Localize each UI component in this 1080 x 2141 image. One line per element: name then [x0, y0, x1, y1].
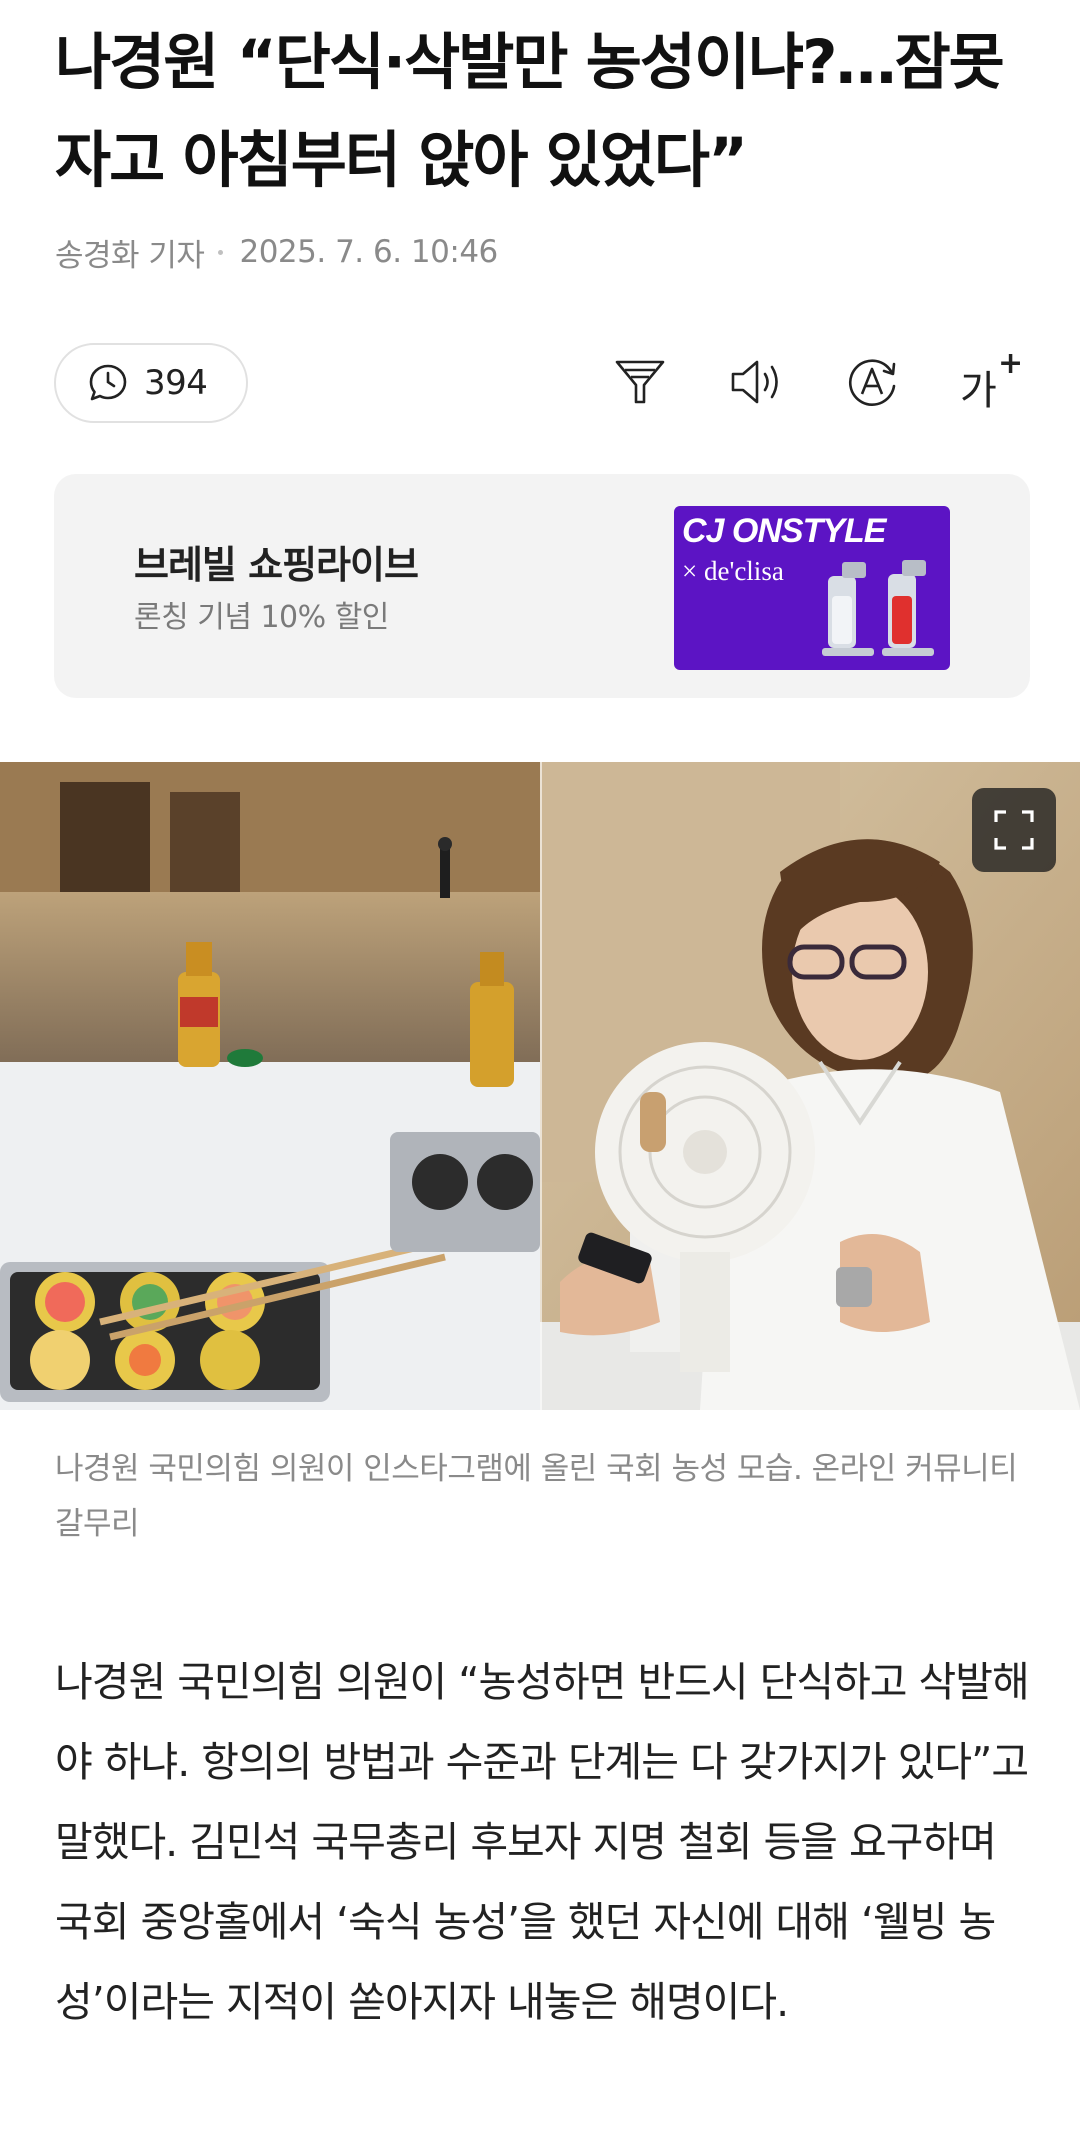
reporter-name[interactable]: 송경화 기자: [55, 230, 205, 275]
ad-product-image: [822, 560, 934, 656]
filter-icon[interactable]: [608, 350, 672, 414]
article-headline: 나경원 “단식·삭발만 농성이냐?…잠못 자고 아침부터 앉아 있었다”: [55, 27, 1005, 196]
ad-banner[interactable]: 브레빌 쇼핑라이브 론칭 기념 10% 할인 CJ ONSTYLE × de'c…: [54, 474, 1030, 698]
publish-date: 2025. 7. 6. 10:46: [239, 234, 498, 270]
comment-button[interactable]: 394: [54, 343, 248, 423]
expand-icon[interactable]: [972, 788, 1056, 872]
ad-collab-text: × de'clisa: [682, 556, 784, 586]
comment-count: 394: [144, 363, 208, 403]
font-size-plus: +: [998, 346, 1024, 381]
comment-icon: [86, 361, 130, 405]
translate-icon[interactable]: [840, 350, 904, 414]
speaker-icon[interactable]: [726, 350, 790, 414]
ad-brand-logo: CJ ONSTYLE: [682, 512, 886, 550]
article-photo[interactable]: [0, 762, 1080, 1410]
font-size-label: 가: [960, 368, 997, 414]
ad-subtitle: 론칭 기념 10% 할인: [134, 600, 389, 635]
ad-title: 브레빌 쇼핑라이브: [134, 543, 419, 587]
article-body: 나경원 국민의힘 의원이 “농성하면 반드시 단식하고 삭발해야 하냐. 항의의…: [55, 1658, 1030, 2026]
byline-separator: [218, 249, 224, 255]
ad-image: CJ ONSTYLE × de'clisa: [674, 506, 950, 670]
photo-caption: 나경원 국민의힘 의원이 인스타그램에 올린 국회 농성 모습. 온라인 커뮤니…: [55, 1451, 1018, 1542]
font-size-button[interactable]: 가 +: [956, 346, 1026, 414]
byline: 송경화 기자 2025. 7. 6. 10:46: [55, 230, 498, 275]
